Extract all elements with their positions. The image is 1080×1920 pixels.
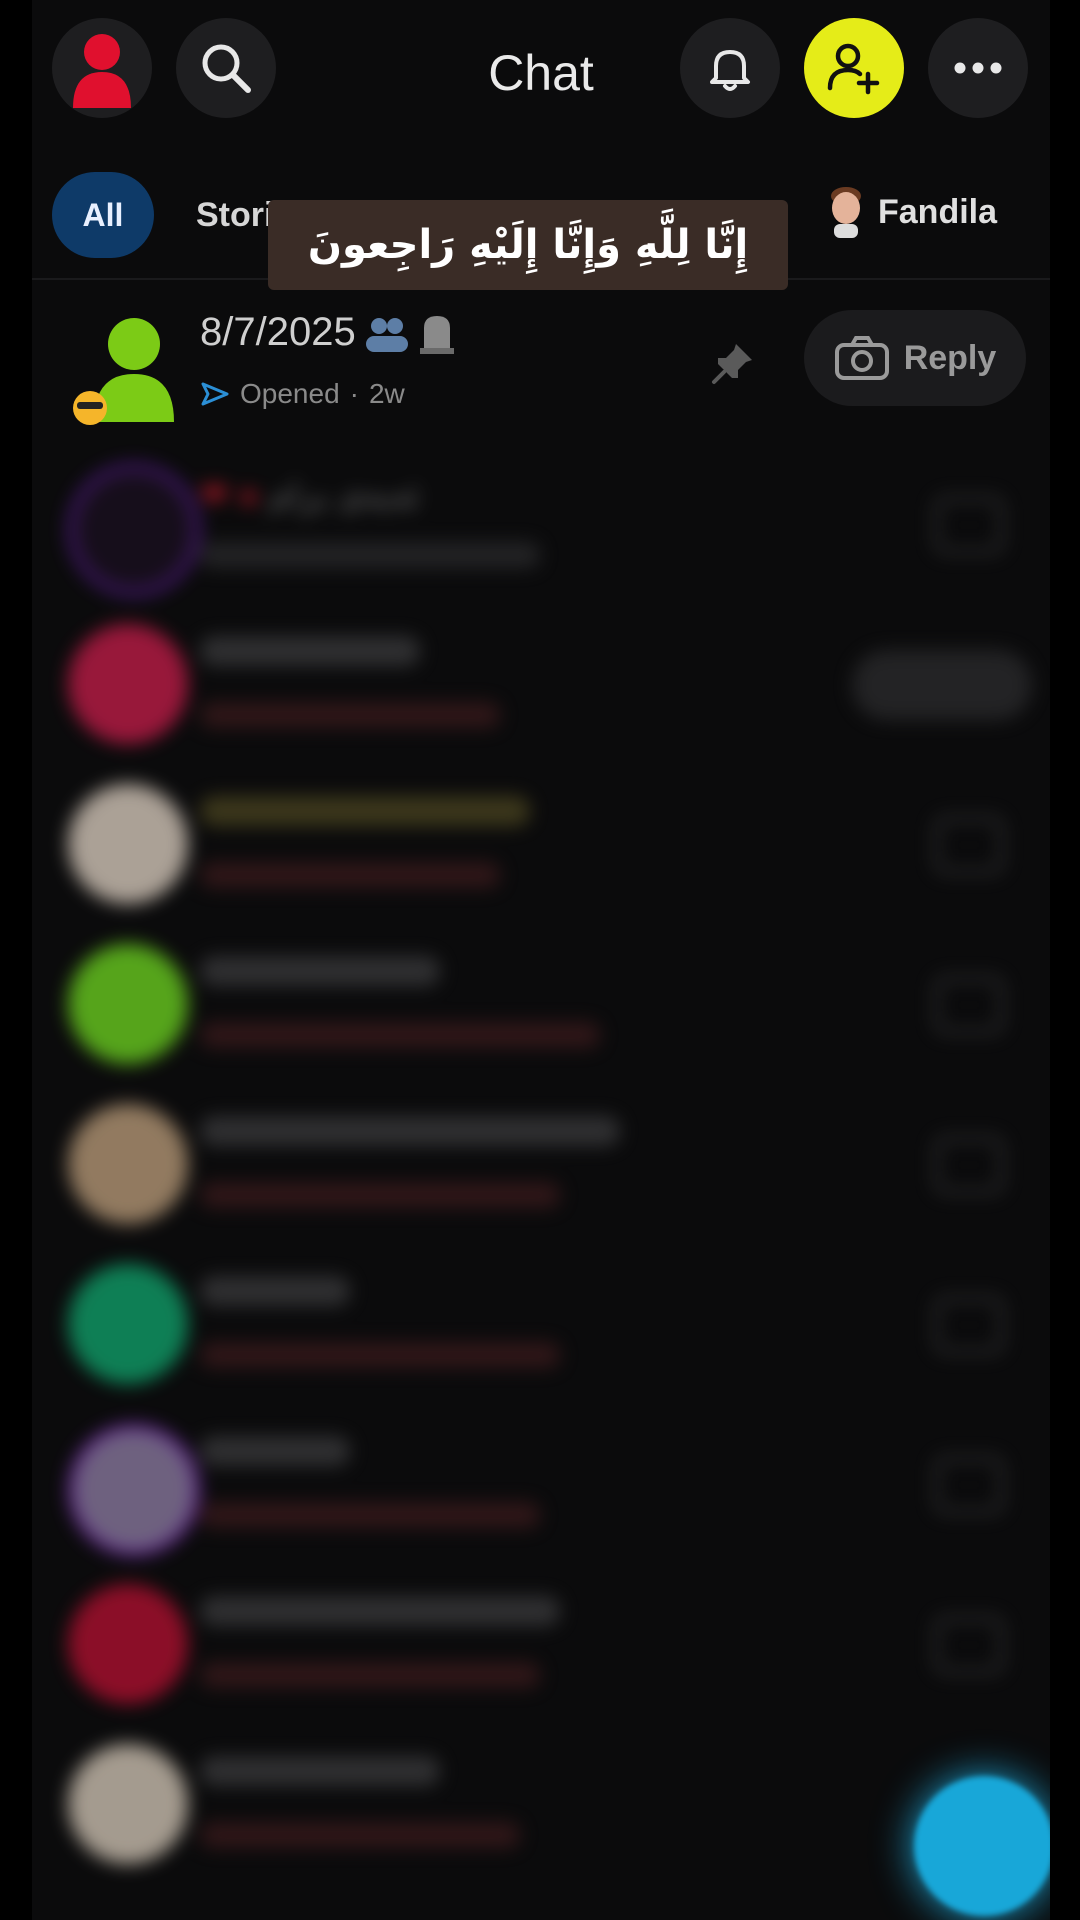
- top-bar: Chat: [32, 0, 1050, 140]
- chat-row[interactable]: [32, 1730, 1050, 1880]
- new-chat-button[interactable]: [914, 1776, 1050, 1916]
- camera-icon[interactable]: [934, 496, 1004, 554]
- reply-button[interactable]: [852, 650, 1032, 720]
- avatar: [68, 1104, 188, 1224]
- chat-screen: Chat All Stori Fandila 8/7/2025 Opened ·…: [32, 0, 1050, 1920]
- sent-arrow-icon: [201, 382, 229, 406]
- camera-icon: [834, 336, 889, 380]
- avatar: [68, 944, 188, 1064]
- tab-stories[interactable]: Stori: [196, 196, 273, 235]
- camera-icon[interactable]: [934, 976, 1004, 1034]
- friend-avatar-icon: [73, 318, 174, 425]
- avatar: [68, 784, 188, 904]
- chat-row[interactable]: [32, 930, 1050, 1080]
- more-icon: [954, 62, 1002, 74]
- tab-all[interactable]: All: [52, 172, 154, 258]
- more-options-button[interactable]: [928, 18, 1028, 118]
- chat-name: ❤ ● ئەیەی برام: [200, 476, 420, 516]
- chat-row[interactable]: ❤ ● ئەیەی برام: [32, 450, 1050, 600]
- camera-icon[interactable]: [934, 1456, 1004, 1514]
- avatar: [68, 464, 200, 596]
- add-friend-button[interactable]: [804, 18, 904, 118]
- tombstone-icon: [419, 315, 454, 354]
- chat-row[interactable]: 8/7/2025 Opened · 2w Reply: [32, 296, 1050, 446]
- chat-row[interactable]: [32, 1410, 1050, 1560]
- camera-icon[interactable]: [934, 816, 1004, 874]
- pin-icon: [712, 344, 752, 384]
- chat-name: 8/7/2025: [200, 310, 456, 355]
- bitmoji-avatar-icon: [831, 187, 861, 238]
- chat-status: Opened · 2w: [200, 378, 405, 410]
- notifications-button[interactable]: [680, 18, 780, 118]
- avatar: [68, 1584, 188, 1704]
- group-icon: [365, 317, 408, 352]
- camera-icon[interactable]: [934, 1136, 1004, 1194]
- tab-fandila[interactable]: Fandila: [826, 186, 997, 238]
- reply-button[interactable]: Reply: [804, 310, 1026, 406]
- add-friend-icon: [827, 43, 880, 95]
- chat-row[interactable]: [32, 1090, 1050, 1240]
- bell-icon: [710, 50, 750, 91]
- camera-icon[interactable]: [934, 1616, 1004, 1674]
- chat-row[interactable]: [32, 1250, 1050, 1400]
- chat-list-blurred: ❤ ● ئەیەی برام: [32, 450, 1050, 1920]
- dot-separator: ·: [349, 378, 359, 409]
- avatar: [68, 1744, 188, 1864]
- avatar: [68, 624, 188, 744]
- avatar: [68, 1424, 200, 1556]
- chat-row[interactable]: [32, 1570, 1050, 1720]
- tab-fandila-label: Fandila: [878, 192, 998, 231]
- chat-row[interactable]: [32, 610, 1050, 760]
- avatar: [68, 1264, 188, 1384]
- caption-overlay: إِنَّا لِلَّهِ وَإِنَّا إِلَيْهِ رَاجِعو…: [268, 200, 788, 290]
- camera-icon[interactable]: [934, 1296, 1004, 1354]
- chat-row[interactable]: [32, 770, 1050, 920]
